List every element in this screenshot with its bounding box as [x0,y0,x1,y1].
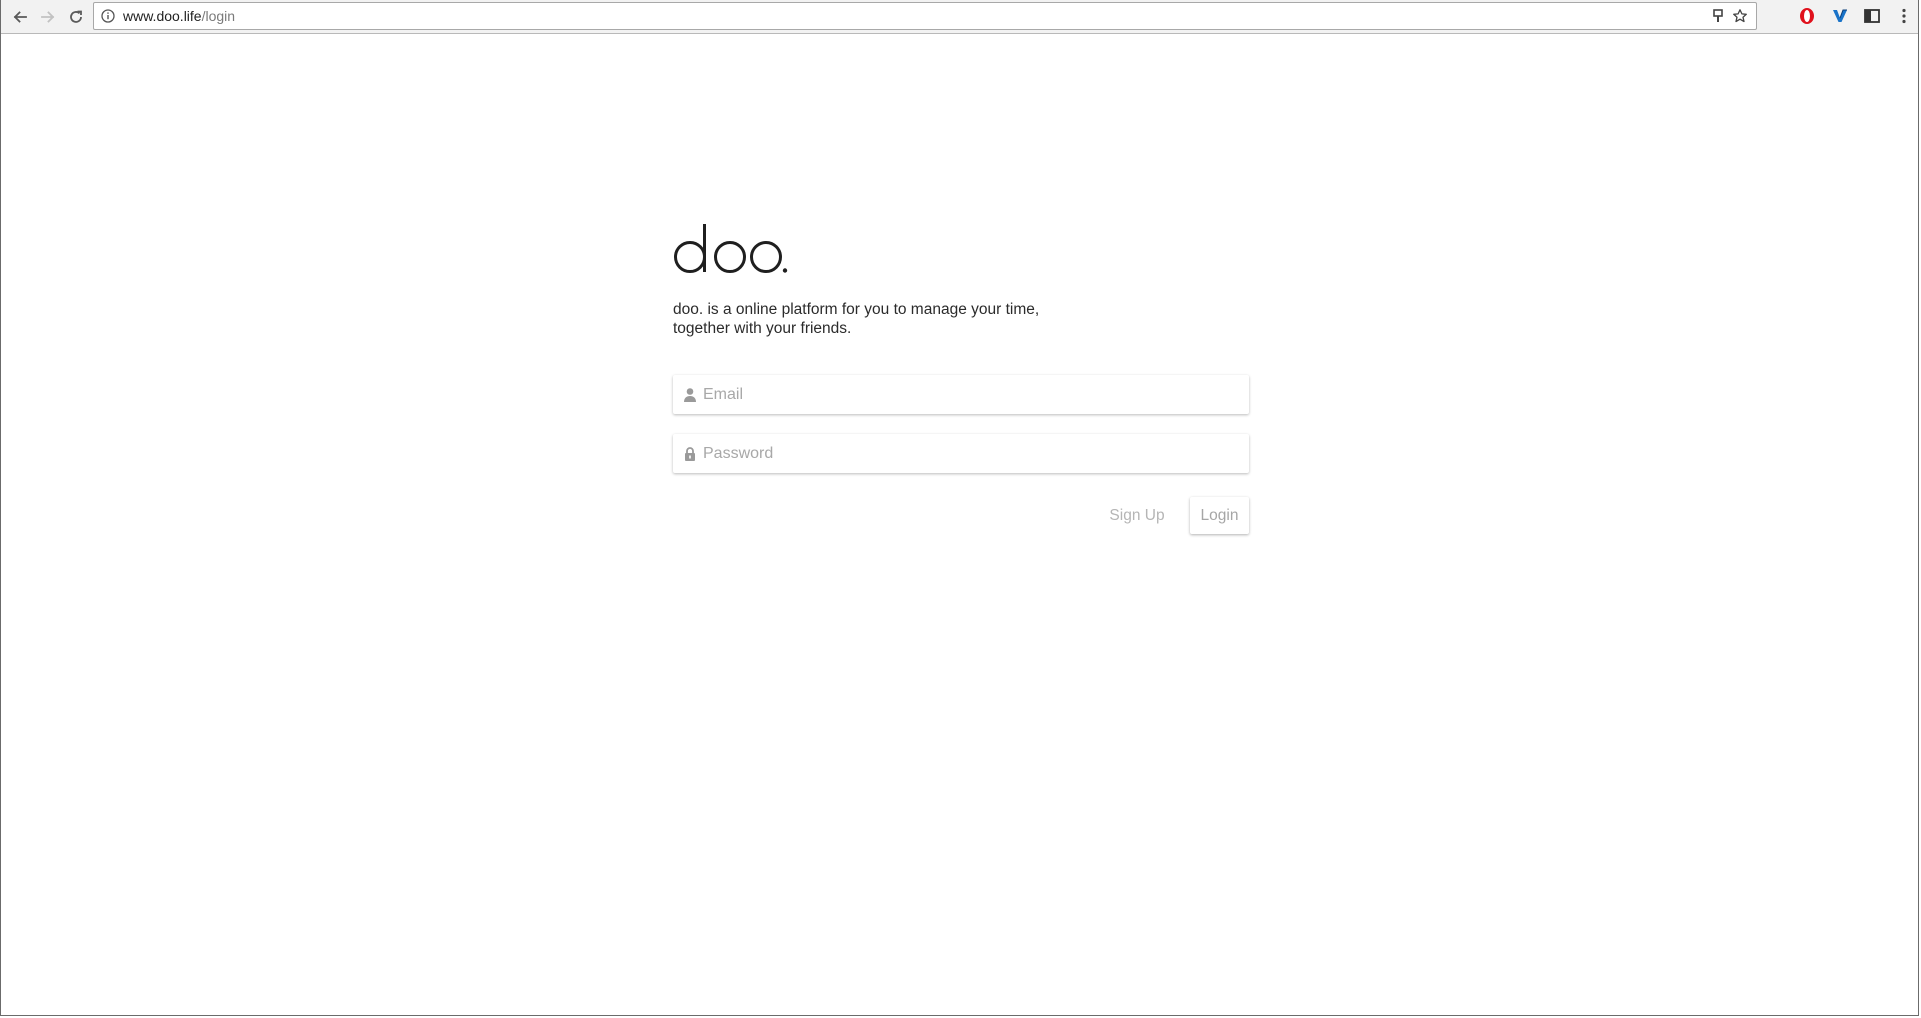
panel-extension-icon[interactable] [1863,7,1881,25]
address-bar[interactable]: www.doo.life/login [93,2,1757,30]
login-button[interactable]: Login [1190,497,1249,534]
reload-button[interactable] [63,4,89,30]
back-button[interactable] [7,4,33,30]
browser-window: www.doo.life/login doo. is a online plat… [0,0,1919,1016]
tagline-line-1: doo. is a online platform for you to man… [673,301,1040,318]
arrow-right-icon [41,11,55,23]
arrow-left-icon [13,11,27,23]
email-field[interactable] [673,375,1249,414]
v-extension-icon[interactable] [1831,7,1849,25]
opera-icon[interactable] [1798,7,1816,25]
reload-icon [70,10,82,23]
url-path: /login [201,8,236,24]
url-text[interactable]: www.doo.life/login [123,8,235,25]
forward-button[interactable] [35,4,61,30]
tagline-line-2: together with your friends. [673,320,852,337]
doo-logo [674,224,788,273]
info-icon[interactable] [101,9,115,23]
user-icon [684,388,696,402]
lock-icon [685,447,695,461]
key-icon[interactable] [1710,8,1726,24]
password-input[interactable] [703,434,1243,473]
sign-up-button[interactable]: Sign Up [1097,498,1177,534]
star-icon[interactable] [1732,8,1748,24]
tagline: doo. is a online platform for you to man… [673,300,1093,338]
browser-toolbar: www.doo.life/login [1,0,1918,34]
url-host: www.doo.life [123,8,202,24]
email-input[interactable] [703,375,1243,414]
kebab-menu-icon[interactable] [1895,7,1913,25]
password-field[interactable] [673,434,1249,473]
